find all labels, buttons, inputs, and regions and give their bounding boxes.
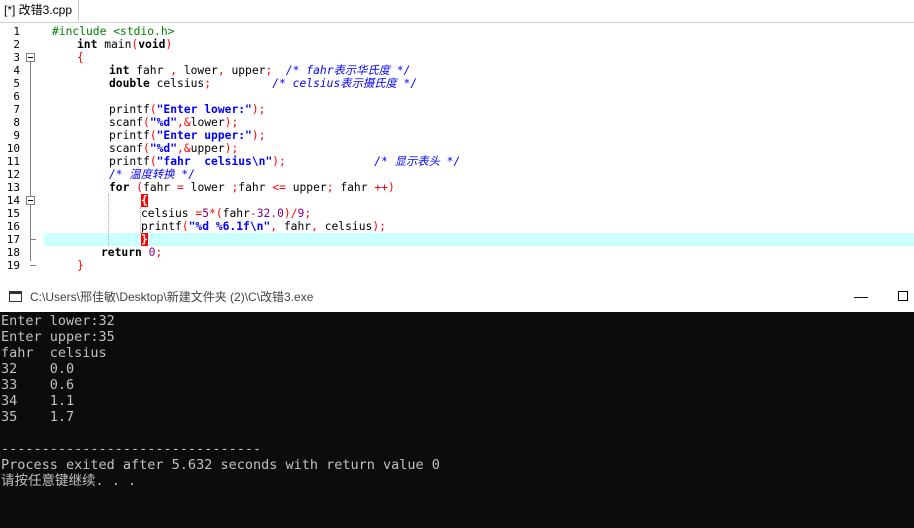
fold-collapse-icon[interactable] — [26, 53, 35, 62]
code-line-7: printf("Enter lower:"); — [109, 103, 266, 116]
console-output[interactable]: Enter lower:32 Enter upper:35 fahr celsi… — [0, 312, 914, 528]
code-line-16: printf("%d %6.1f\n", fahr, celsius); — [141, 220, 386, 233]
line-number: 12 — [6, 168, 20, 181]
code-line-17: } — [141, 233, 148, 246]
line-number: 15 — [6, 207, 20, 220]
console-line: 32 0.0 — [1, 361, 75, 377]
fold-end-marker — [30, 265, 36, 266]
code-line-14: { — [141, 194, 148, 207]
maximize-button[interactable] — [898, 291, 908, 301]
code-line-15: celsius =5*(fahr-32.0)/9; — [141, 207, 312, 220]
code-line-11: printf("fahr celsius\n"); /* 显示表头 */ — [109, 155, 461, 168]
console-window[interactable]: C:\Users\邢佳敏\Desktop\新建文件夹 (2)\C\改错3.exe… — [0, 282, 914, 528]
line-number: 8 — [13, 116, 20, 129]
code-line-5: double celsius; /* celsius表示摄氏度 */ — [109, 77, 418, 90]
code-line-12: /* 温度转换 */ — [109, 168, 195, 181]
line-number: 6 — [13, 90, 20, 103]
fold-collapse-icon[interactable] — [26, 196, 35, 205]
code-line-2: int main(void) — [77, 38, 173, 51]
line-number: 9 — [13, 129, 20, 142]
fold-line — [30, 62, 31, 261]
line-number: 1 — [13, 25, 20, 38]
console-line: 请按任意键继续. . . — [1, 473, 137, 489]
line-number: 10 — [6, 142, 20, 155]
minimize-button[interactable]: — — [846, 282, 876, 312]
console-line: Process exited after 5.632 seconds with … — [1, 457, 440, 473]
console-line: Enter upper:35 — [1, 329, 115, 345]
line-number: 5 — [13, 77, 20, 90]
line-number: 4 — [13, 64, 20, 77]
code-editor[interactable]: [*] 改错3.cpp 1 2 3 4 5 6 7 8 9 10 11 12 1… — [0, 0, 914, 282]
code-line-9: printf("Enter upper:"); — [109, 129, 266, 142]
line-number-gutter: 1 2 3 4 5 6 7 8 9 10 11 12 13 14 15 16 1… — [0, 25, 44, 282]
console-line: 35 1.7 — [1, 409, 75, 425]
line-number: 18 — [6, 246, 20, 259]
line-number: 11 — [6, 155, 20, 168]
code-line-8: scanf("%d",&lower); — [109, 116, 239, 129]
line-number: 14 — [6, 194, 20, 207]
code-line-4: int fahr , lower, upper; /* fahr表示华氏度 */ — [109, 64, 411, 77]
code-line-19: } — [77, 259, 84, 272]
matched-brace: { — [141, 194, 148, 207]
code-line-10: scanf("%d",&upper); — [109, 142, 239, 155]
console-line: 33 0.6 — [1, 377, 75, 393]
code-area[interactable]: 1 2 3 4 5 6 7 8 9 10 11 12 13 14 15 16 1… — [0, 25, 914, 282]
console-line: -------------------------------- — [1, 441, 262, 457]
file-tab-bar: [*] 改错3.cpp — [0, 0, 914, 23]
console-line: fahr celsius — [1, 345, 107, 361]
indent-guide — [108, 194, 109, 246]
fold-end-marker — [30, 239, 36, 240]
console-app-icon — [9, 291, 22, 302]
line-number: 7 — [13, 103, 20, 116]
console-titlebar[interactable]: C:\Users\邢佳敏\Desktop\新建文件夹 (2)\C\改错3.exe… — [0, 282, 914, 312]
line-number: 13 — [6, 181, 20, 194]
matched-brace: } — [141, 233, 148, 246]
current-line-highlight — [44, 233, 914, 246]
console-title: C:\Users\邢佳敏\Desktop\新建文件夹 (2)\C\改错3.exe — [30, 290, 314, 304]
line-number: 3 — [13, 51, 20, 64]
code-line-18: return 0; — [101, 246, 163, 259]
code-line-1: #include <stdio.h> — [52, 25, 175, 38]
file-tab[interactable]: [*] 改错3.cpp — [0, 0, 80, 21]
line-number: 19 — [6, 259, 20, 272]
code-line-3: { — [77, 51, 84, 64]
line-number: 16 — [6, 220, 20, 233]
console-line: Enter lower:32 — [1, 313, 115, 329]
console-line: 34 1.1 — [1, 393, 75, 409]
code-line-13: for (fahr = lower ;fahr <= upper; fahr +… — [109, 181, 395, 194]
line-number: 17 — [6, 233, 20, 246]
line-number: 2 — [13, 38, 20, 51]
